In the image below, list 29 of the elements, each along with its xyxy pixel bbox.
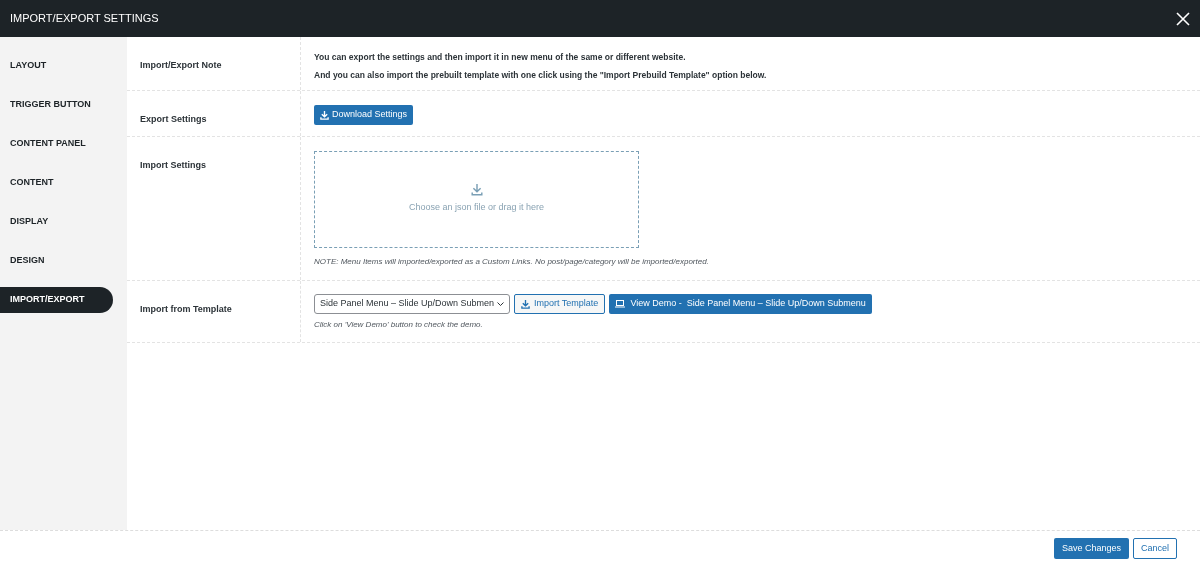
download-icon [470, 184, 483, 197]
download-icon [521, 299, 530, 309]
row-label: Export Settings [140, 114, 207, 124]
save-button[interactable]: Save Changes [1053, 538, 1129, 559]
import-template-button[interactable]: Import Template [514, 294, 606, 314]
window-title: IMPORT/EXPORT SETTINGS [10, 11, 159, 27]
download-icon [320, 110, 329, 120]
sidebar-item[interactable]: IMPORT/EXPORT [0, 287, 113, 313]
sidebar-item[interactable]: DESIGN [0, 248, 113, 274]
sidebar-item[interactable]: TRIGGER BUTTON [0, 92, 113, 118]
sidebar-item[interactable]: CONTENT [0, 170, 113, 196]
download-settings-button[interactable]: Download Settings [314, 105, 414, 125]
dropzone-text: Choose an json file or drag it here [408, 201, 545, 215]
sidebar-item[interactable]: CONTENT PANEL [0, 131, 113, 157]
template-select[interactable]: Side Panel Menu – Slide Up/Down Submen [314, 294, 510, 314]
chevron-down-icon [497, 301, 504, 307]
note-text: NOTE: Menu Items will imported/exported as a Custom Links. No post/page/category will be imported/exported. [314, 256, 710, 268]
view-demo-button[interactable]: View Demo - Side Panel Menu – Slide Up/Down Submenu [609, 294, 872, 314]
note-text: And you can also import the prebuilt template with one click using the "Import Prebuild Template" option below. [314, 68, 768, 82]
cancel-button[interactable]: Cancel [1133, 538, 1177, 559]
close-icon[interactable] [1176, 11, 1190, 26]
row-label: Import Settings [140, 160, 206, 170]
note-text: You can export the settings and then import it in new menu of the same or different website. [314, 51, 687, 64]
row-label: Import/Export Note [140, 60, 222, 70]
hint-text: Click on 'View Demo' button to check the demo. [314, 319, 484, 331]
laptop-icon [615, 300, 626, 308]
row-label: Import from Template [140, 304, 232, 314]
sidebar-item[interactable]: LAYOUT [0, 53, 113, 79]
sidebar-item[interactable]: DISPLAY [0, 209, 113, 235]
